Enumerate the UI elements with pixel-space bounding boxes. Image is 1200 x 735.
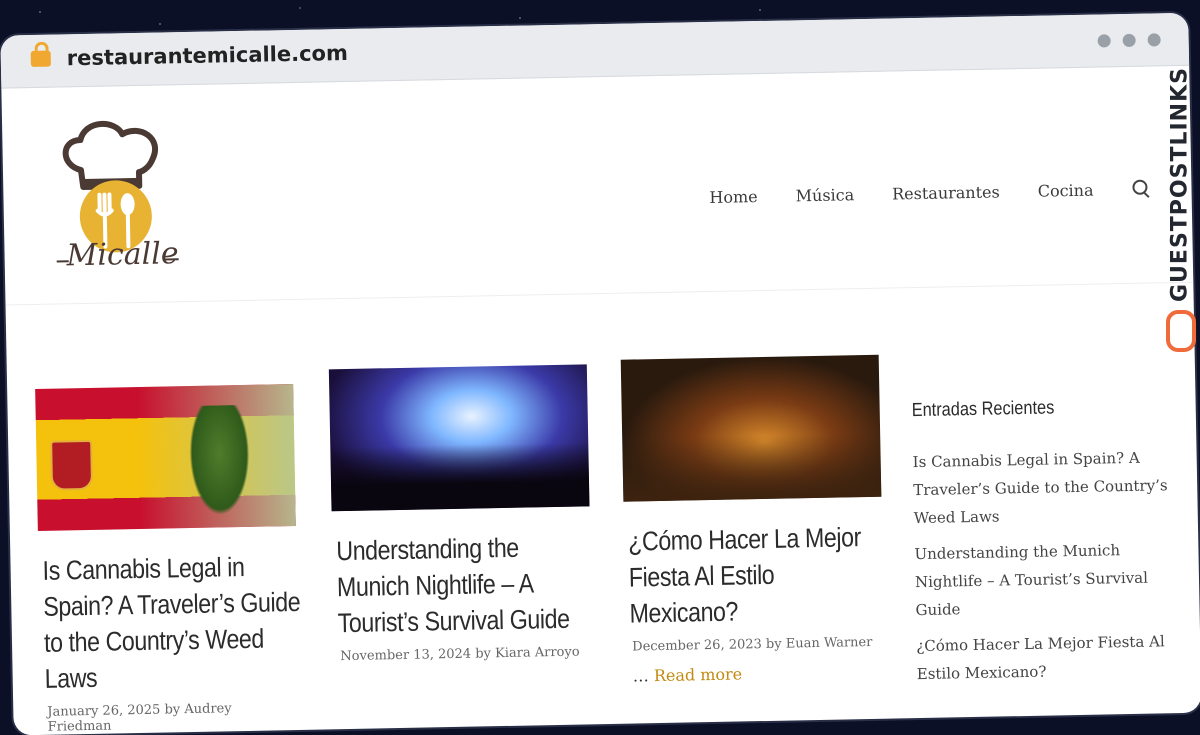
window-dot-icon[interactable] — [1148, 33, 1161, 46]
main-content: Is Cannabis Legal in Spain? A Traveler’s… — [6, 283, 1200, 735]
post-author[interactable]: Euan Warner — [786, 635, 873, 652]
post-thumbnail-spain-cannabis[interactable] — [35, 384, 296, 531]
post-card: Understanding the Munich Nightlife – A T… — [329, 364, 593, 664]
recent-post-link[interactable]: Is Cannabis Legal in Spain? A Traveler’s… — [912, 443, 1174, 532]
excerpt-ellipsis: … — [633, 666, 649, 685]
post-author[interactable]: Kiara Arroyo — [495, 645, 580, 662]
window-dot-icon[interactable] — [1098, 34, 1111, 47]
post-thumbnail-concert[interactable] — [329, 364, 590, 511]
post-title[interactable]: ¿Cómo Hacer La Mejor Fiesta Al Estilo Me… — [628, 519, 888, 632]
site-header: Micalle Home Música Restaurantes Cocina — [1, 66, 1193, 306]
post-meta: December 26, 2023 by Euan Warner — [632, 635, 884, 655]
main-navigation: Home Música Restaurantes Cocina — [709, 179, 1151, 207]
micalle-logo[interactable]: Micalle — [50, 113, 183, 285]
post-meta: January 26, 2025 by Audrey Friedman — [47, 700, 300, 735]
post-card: Is Cannabis Legal in Spain? A Traveler’s… — [35, 384, 300, 735]
cannabis-plant-icon — [183, 405, 255, 526]
spain-crest-icon — [50, 440, 93, 491]
crowd-silhouette — [330, 442, 589, 511]
recent-posts-list: Is Cannabis Legal in Spain? A Traveler’s… — [912, 443, 1177, 688]
post-date: December 26, 2023 — [632, 637, 762, 654]
badge-text: GUESTPOSTLINKS — [1168, 57, 1193, 313]
post-title[interactable]: Is Cannabis Legal in Spain? A Traveler’s… — [42, 548, 303, 697]
post-excerpt: … Read more — [633, 662, 885, 686]
browser-window: restaurantemicalle.com Micalle Home M — [0, 13, 1200, 735]
nav-cocina[interactable]: Cocina — [1038, 180, 1094, 200]
search-icon[interactable] — [1131, 179, 1151, 199]
lock-icon — [31, 51, 51, 67]
url-text[interactable]: restaurantemicalle.com — [67, 41, 349, 70]
table-shade — [622, 433, 881, 502]
window-dot-icon[interactable] — [1123, 34, 1136, 47]
sidebar-heading: Entradas Recientes — [912, 396, 1136, 422]
post-date: January 26, 2025 — [47, 703, 160, 720]
guestpostlinks-badge: GUESTPOSTLINKS — [1158, 56, 1200, 356]
post-card: ¿Cómo Hacer La Mejor Fiesta Al Estilo Me… — [621, 355, 885, 686]
window-controls — [1098, 33, 1161, 47]
recent-post-link[interactable]: ¿Cómo Hacer La Mejor Fiesta Al Estilo Me… — [916, 627, 1177, 688]
nav-musica[interactable]: Música — [795, 185, 854, 205]
post-title[interactable]: Understanding the Munich Nightlife – A T… — [336, 528, 596, 641]
nav-restaurantes[interactable]: Restaurantes — [892, 182, 1000, 203]
logo-script-text: Micalle — [65, 236, 179, 273]
recent-post-link[interactable]: Understanding the Munich Nightlife – A T… — [914, 535, 1176, 624]
read-more-link[interactable]: Read more — [654, 664, 743, 685]
nav-home[interactable]: Home — [709, 187, 758, 207]
post-meta: November 13, 2024 by Kiara Arroyo — [340, 644, 592, 664]
sidebar-recent-posts: Entradas Recientes Is Cannabis Legal in … — [912, 395, 1178, 696]
post-date: November 13, 2024 — [340, 647, 471, 665]
chain-link-icon — [1166, 310, 1196, 352]
post-thumbnail-mexican-food[interactable] — [621, 355, 882, 502]
